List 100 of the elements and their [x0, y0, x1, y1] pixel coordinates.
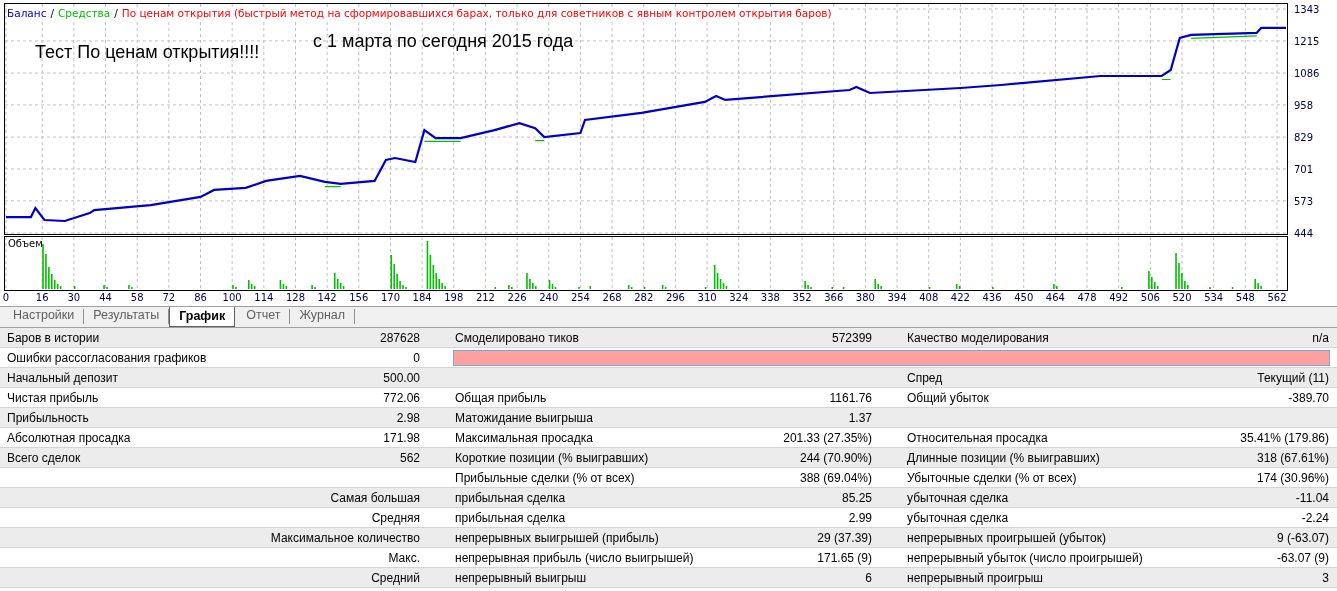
stat-label: Прибыльные сделки (% от всех) [455, 470, 635, 485]
x-tick-label: 58 [130, 292, 144, 303]
x-tick-label: 16 [35, 292, 49, 303]
stat-value: 85.25 [841, 490, 872, 505]
stat-label: Качество моделирования [907, 330, 1049, 345]
stat-label: прибыльная сделка [455, 510, 566, 525]
x-tick-label: 450 [1014, 292, 1034, 303]
stat-value: Текущий (11) [1257, 370, 1329, 385]
stat-value: 201.33 (27.35%) [783, 430, 872, 445]
stat-label: Самая большая [330, 490, 420, 505]
stat-label: Максимальное количество [270, 530, 420, 545]
stat-value: -11.04 [1295, 490, 1329, 505]
volume-bar [73, 286, 76, 289]
legend-separator: / [114, 7, 118, 19]
volume-label: Объем [8, 238, 43, 249]
stat-value: 572399 [831, 330, 872, 345]
stat-label: Макс. [388, 550, 420, 565]
x-tick-label: 100 [222, 292, 242, 303]
stat-label: непрерывных выигрышей (прибыль) [455, 530, 659, 545]
volume-bar [589, 286, 592, 289]
stat-label: Прибыльность [7, 410, 89, 425]
y-tick-label: 701 [1294, 163, 1314, 175]
x-tick-label: 282 [634, 292, 654, 303]
x-tick-label: 184 [412, 292, 432, 303]
stat-value: 287628 [379, 330, 420, 345]
legend-label: По ценам открытия (быстрый метод на сформировавшихся барах, только для советников с явным контролем открытия баров) [121, 7, 832, 19]
stat-label: Убыточные сделки (% от всех) [907, 470, 1077, 485]
stat-label: непрерывных проигрышей (убыток) [907, 530, 1106, 545]
x-tick-label: 562 [1267, 292, 1287, 303]
x-tick-label: 408 [919, 292, 939, 303]
stat-value: 318 (67.61%) [1256, 450, 1329, 465]
stat-label: убыточная сделка [907, 510, 1009, 525]
x-tick-label: 492 [1109, 292, 1129, 303]
chart-note: с 1 марта по сегодня 2015 года [313, 31, 574, 52]
x-tick-label: 310 [697, 292, 717, 303]
stat-value: -2.24 [1301, 510, 1329, 525]
tab[interactable]: Настройки [4, 309, 85, 324]
stat-label: непрерывная прибыль (число выигрышей) [455, 550, 694, 565]
x-tick-label: 30 [67, 292, 81, 303]
stat-value: 500.00 [383, 370, 420, 385]
stat-label: непрерывный убыток (число проигрышей) [907, 550, 1143, 565]
stat-label: Длинные позиции (% выигравших) [907, 450, 1100, 465]
stat-value: 2.98 [396, 410, 420, 425]
stat-value: -63.07 (9) [1276, 550, 1329, 565]
y-tick-label: 573 [1294, 195, 1314, 207]
x-tick-label: 254 [570, 292, 590, 303]
stat-label: Относительная просадка [907, 430, 1048, 445]
y-tick-label: 1343 [1294, 4, 1320, 15]
stat-value: 2.99 [848, 510, 872, 525]
stat-value: 171.65 (9) [817, 550, 872, 565]
tab[interactable]: График [169, 307, 236, 327]
stat-label: Максимальная просадка [455, 430, 593, 445]
stat-label: Общая прибыль [455, 390, 547, 405]
chart-note: Тест По ценам открытия!!!! [35, 42, 260, 63]
stat-label: Общий убыток [907, 390, 989, 405]
x-tick-label: 380 [855, 292, 875, 303]
stat-label: прибыльная сделка [455, 490, 566, 505]
x-tick-label: 520 [1172, 292, 1192, 303]
x-tick-label: 324 [729, 292, 749, 303]
tab[interactable]: Журнал [290, 309, 356, 324]
stat-label: непрерывный проигрыш [907, 570, 1043, 585]
x-tick-label: 212 [475, 292, 495, 303]
x-tick-label: 436 [982, 292, 1002, 303]
x-tick-label: 86 [194, 292, 207, 303]
stat-label: Ошибки рассогласования графиков [7, 350, 207, 365]
x-tick-label: 506 [1140, 292, 1160, 303]
stat-label: Спред [907, 370, 943, 385]
stat-label: Средний [371, 570, 420, 585]
legend-label: Баланс [7, 7, 47, 19]
stat-value: 9 (-63.07) [1276, 530, 1329, 545]
y-tick-label: 829 [1294, 132, 1314, 144]
x-tick-label: 142 [317, 292, 337, 303]
tab[interactable]: Отчет [237, 309, 291, 324]
stat-label: Смоделировано тиков [455, 330, 579, 345]
legend-label: Средства [57, 7, 111, 19]
stat-value: 3 [1322, 570, 1329, 585]
legend-separator: / [50, 7, 54, 19]
x-tick-label: 338 [760, 292, 780, 303]
x-tick-label: 72 [162, 292, 176, 303]
x-tick-label: 128 [285, 292, 306, 303]
x-tick-label: 548 [1235, 292, 1255, 303]
x-tick-label: 366 [824, 292, 844, 303]
x-tick-label: 268 [602, 292, 622, 303]
stat-label: Баров в истории [7, 330, 100, 345]
x-tick-label: 226 [507, 292, 527, 303]
x-tick-label: 422 [950, 292, 970, 303]
x-tick-label: 394 [887, 292, 907, 303]
x-tick-label: 156 [349, 292, 369, 303]
stat-label: непрерывный выигрыш [455, 570, 587, 585]
stat-label: убыточная сделка [907, 490, 1009, 505]
x-tick-label: 170 [380, 292, 400, 303]
stat-value: 1161.76 [829, 390, 872, 405]
stat-value: 29 (37.39) [817, 530, 872, 545]
x-tick-label: 240 [539, 292, 559, 303]
stat-label: Абсолютная просадка [7, 430, 131, 445]
stat-value: -389.70 [1288, 390, 1329, 405]
stat-value: 388 (69.04%) [799, 470, 872, 485]
x-tick-label: 198 [444, 292, 464, 303]
x-tick-label: 296 [665, 292, 685, 303]
stat-value: 171.98 [383, 430, 420, 445]
